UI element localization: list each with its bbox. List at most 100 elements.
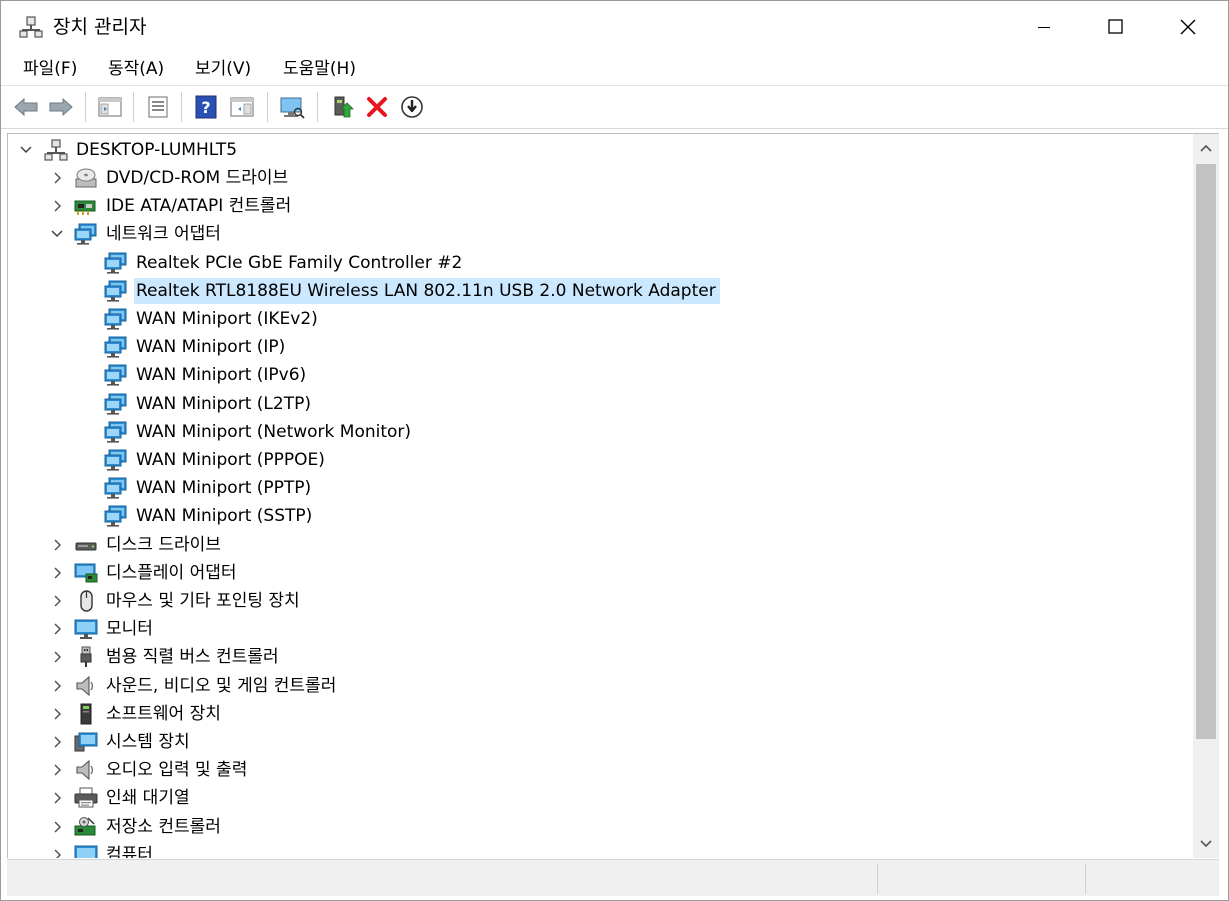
device-manager-window: 장치 관리자 파일(F) 동작(A) 보기(V) 도움말(H) ? DESKTO… [0, 0, 1229, 901]
tree-category[interactable]: 모니터 [8, 615, 1194, 643]
scan-hardware-icon [280, 97, 305, 119]
tree-category[interactable]: 소프트웨어 장치 [8, 700, 1194, 728]
maximize-button[interactable] [1081, 1, 1151, 53]
scroll-down-button[interactable] [1193, 830, 1219, 858]
network-adapter-icon [104, 308, 128, 330]
title-bar[interactable]: 장치 관리자 [1, 1, 1228, 53]
toolbar-separator [267, 92, 268, 122]
update-driver-button[interactable] [327, 92, 357, 122]
chevron-up-icon [1200, 144, 1212, 152]
properties-button[interactable] [143, 92, 173, 122]
network-adapter-icon [104, 477, 128, 499]
tree-item-label: WAN Miniport (PPPOE) [136, 450, 325, 470]
tree-device[interactable]: WAN Miniport (IKEv2) [8, 305, 1194, 333]
tree-device[interactable]: WAN Miniport (IP) [8, 333, 1194, 361]
chevron-right-icon[interactable] [50, 622, 64, 636]
toolbar-separator [317, 92, 318, 122]
tree-category[interactable]: 인쇄 대기열 [8, 784, 1194, 812]
chevron-right-icon[interactable] [50, 735, 64, 749]
uninstall-device-button[interactable] [362, 92, 392, 122]
tree-device[interactable]: WAN Miniport (PPPOE) [8, 446, 1194, 474]
chevron-down-icon[interactable] [50, 227, 64, 241]
tree-device[interactable]: Realtek PCIe GbE Family Controller #2 [8, 249, 1194, 277]
display-adapter-icon [74, 562, 98, 584]
network-adapter-icon [104, 252, 128, 274]
scroll-up-button[interactable] [1193, 134, 1219, 162]
menu-help[interactable]: 도움말(H) [281, 56, 358, 82]
menu-action[interactable]: 동작(A) [106, 56, 166, 82]
toolbar-separator [133, 92, 134, 122]
tree-category[interactable]: 오디오 입력 및 출력 [8, 756, 1194, 784]
chevron-right-icon[interactable] [50, 171, 64, 185]
chevron-right-icon[interactable] [50, 707, 64, 721]
menu-view[interactable]: 보기(V) [193, 56, 253, 82]
speaker-icon [74, 759, 98, 781]
tree-item-label: 네트워크 어댑터 [106, 224, 221, 245]
tree-item-label: 디스플레이 어댑터 [106, 562, 237, 583]
minimize-button[interactable] [1009, 1, 1079, 53]
scrollbar-thumb[interactable] [1196, 164, 1216, 739]
tree-category[interactable]: 네트워크 어댑터 [8, 220, 1194, 248]
tree-category[interactable]: 사운드, 비디오 및 게임 컨트롤러 [8, 672, 1194, 700]
chevron-down-icon[interactable] [19, 143, 33, 157]
tree-category[interactable]: DVD/CD-ROM 드라이브 [8, 164, 1194, 192]
storage-controller-icon [74, 816, 98, 838]
system-device-icon [74, 731, 98, 753]
tree-category[interactable]: 범용 직렬 버스 컨트롤러 [8, 643, 1194, 671]
help-button[interactable]: ? [191, 92, 221, 122]
tree-device[interactable]: WAN Miniport (IPv6) [8, 361, 1194, 389]
tree-device[interactable]: Realtek RTL8188EU Wireless LAN 802.11n U… [8, 277, 1194, 305]
tree-item-label: WAN Miniport (Network Monitor) [136, 421, 412, 442]
tree-category[interactable]: 마우스 및 기타 포인팅 장치 [8, 587, 1194, 615]
menu-file[interactable]: 파일(F) [21, 56, 79, 82]
chevron-down-icon [1200, 840, 1212, 848]
disable-device-icon [401, 96, 423, 118]
chevron-right-icon[interactable] [50, 566, 64, 580]
tree-category[interactable]: 시스템 장치 [8, 728, 1194, 756]
network-adapter-icon [104, 421, 128, 443]
vertical-scrollbar[interactable] [1193, 133, 1219, 858]
show-hide-console-tree-button[interactable] [95, 92, 125, 122]
forward-button[interactable] [46, 92, 76, 122]
tree-device[interactable]: WAN Miniport (Network Monitor) [8, 418, 1194, 446]
tree-category[interactable]: 저장소 컨트롤러 [8, 813, 1194, 841]
back-icon [14, 97, 38, 117]
chevron-right-icon[interactable] [50, 848, 64, 858]
back-button[interactable] [11, 92, 41, 122]
tree-device[interactable]: WAN Miniport (L2TP) [8, 390, 1194, 418]
chevron-right-icon[interactable] [50, 763, 64, 777]
computer-network-icon [44, 139, 68, 161]
properties-icon [148, 96, 168, 118]
network-adapter-icon [104, 393, 128, 415]
device-tree[interactable]: DESKTOP-LUMHLT5 DVD/CD-ROM 드라이브 IDE ATA/A… [7, 133, 1194, 858]
close-button[interactable] [1153, 1, 1223, 53]
tree-category[interactable]: 디스플레이 어댑터 [8, 559, 1194, 587]
tree-device[interactable]: WAN Miniport (PPTP) [8, 474, 1194, 502]
chevron-right-icon[interactable] [50, 538, 64, 552]
tree-root[interactable]: DESKTOP-LUMHLT5 [8, 136, 1194, 164]
chevron-right-icon[interactable] [50, 650, 64, 664]
tree-category[interactable]: IDE ATA/ATAPI 컨트롤러 [8, 192, 1194, 220]
action-pane-button[interactable] [227, 92, 257, 122]
chevron-right-icon[interactable] [50, 199, 64, 213]
tree-category[interactable]: 컴퓨터 [8, 841, 1194, 858]
disable-device-button[interactable] [397, 92, 427, 122]
mouse-icon [74, 590, 98, 612]
chevron-right-icon[interactable] [50, 791, 64, 805]
svg-text:?: ? [201, 98, 210, 117]
chevron-right-icon[interactable] [50, 679, 64, 693]
network-adapter-icon [104, 364, 128, 386]
chevron-right-icon[interactable] [50, 820, 64, 834]
tree-category[interactable]: 디스크 드라이브 [8, 531, 1194, 559]
scan-hardware-button[interactable] [277, 92, 307, 122]
tree-item-label-selected: Realtek RTL8188EU Wireless LAN 802.11n U… [134, 277, 720, 304]
chevron-right-icon[interactable] [50, 594, 64, 608]
tree-item-label: 범용 직렬 버스 컨트롤러 [106, 647, 279, 668]
tree-item-label: Realtek PCIe GbE Family Controller #2 [136, 252, 463, 273]
tree-item-label: 컴퓨터 [106, 844, 153, 858]
software-device-icon [74, 703, 98, 725]
tree-device[interactable]: WAN Miniport (SSTP) [8, 502, 1194, 530]
status-bar [7, 859, 1219, 896]
computer-icon [74, 844, 98, 858]
tree-item-label: 오디오 입력 및 출력 [106, 760, 248, 781]
